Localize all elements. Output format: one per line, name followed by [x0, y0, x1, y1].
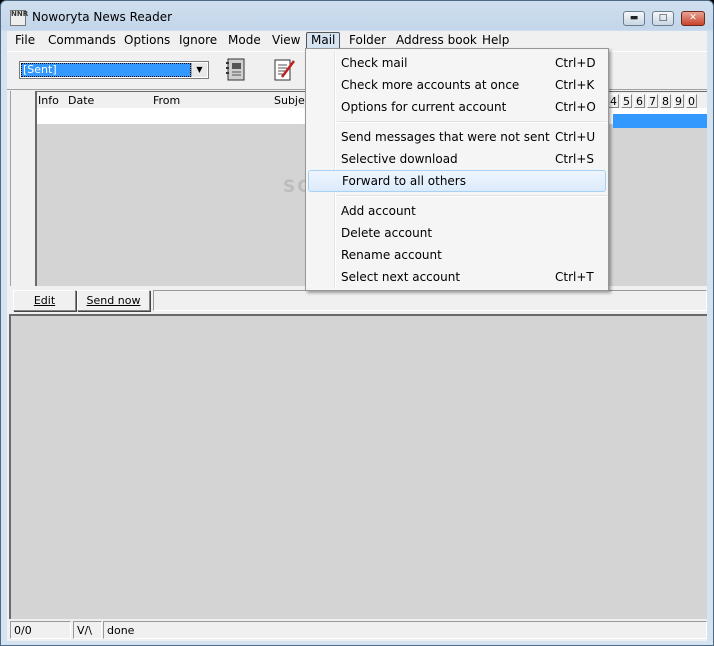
status-bar: 0/0 V/\ done — [7, 620, 707, 641]
action-bar: Edit Send now — [7, 288, 707, 312]
menu-separator — [337, 195, 607, 197]
folder-select-value: [Sent] — [21, 63, 191, 77]
status-count: 0/0 — [10, 621, 71, 639]
letter-tab[interactable]: 7 — [647, 94, 658, 108]
menu-item-label: Forward to all others — [342, 174, 466, 188]
mail-menu-dropdown: Check mail Ctrl+D Check more accounts at… — [305, 48, 609, 291]
menu-item-shortcut: Ctrl+S — [555, 152, 595, 166]
compose-icon[interactable] — [273, 58, 295, 82]
close-button[interactable]: ✕ — [681, 11, 705, 26]
menu-address-book[interactable]: Address book — [393, 32, 480, 49]
menu-item-label: Check mail — [341, 56, 408, 70]
left-panel — [10, 91, 36, 286]
edit-button[interactable]: Edit — [13, 290, 76, 311]
menu-options-current-account[interactable]: Options for current account Ctrl+O — [308, 96, 606, 118]
app-window: NNR Noworyta News Reader ▬ □ ✕ File Comm… — [0, 0, 714, 646]
menu-selective-download[interactable]: Selective download Ctrl+S — [308, 148, 606, 170]
menu-send-unsent[interactable]: Send messages that were not sent Ctrl+U — [308, 126, 606, 148]
send-now-button[interactable]: Send now — [77, 290, 150, 311]
send-now-button-label: Send now — [86, 294, 141, 307]
menu-item-label: Options for current account — [341, 100, 507, 114]
menu-item-label: Rename account — [341, 248, 442, 262]
menu-item-label: Add account — [341, 204, 416, 218]
letter-tab[interactable]: 5 — [621, 94, 632, 108]
menu-item-shortcut: Ctrl+K — [555, 78, 595, 92]
menu-item-shortcut: Ctrl+D — [555, 56, 596, 70]
col-date[interactable]: Date — [68, 94, 94, 107]
menu-forward-to-all-others[interactable]: Forward to all others — [308, 170, 606, 192]
title-bar[interactable]: NNR Noworyta News Reader ▬ □ ✕ — [1, 1, 713, 31]
menu-item-label: Send messages that were not sent — [341, 130, 550, 144]
menu-item-label: Select next account — [341, 270, 461, 284]
letter-tab[interactable]: 8 — [660, 94, 671, 108]
minimize-button[interactable]: ▬ — [623, 11, 645, 26]
menu-item-shortcut: Ctrl+T — [555, 270, 594, 284]
menu-item-label: Delete account — [341, 226, 433, 240]
menu-item-shortcut: Ctrl+O — [555, 100, 596, 114]
selected-row[interactable] — [613, 114, 707, 128]
menu-item-shortcut: Ctrl+U — [555, 130, 596, 144]
menu-check-mail[interactable]: Check mail Ctrl+D — [308, 52, 606, 74]
menu-add-account[interactable]: Add account — [308, 200, 606, 222]
message-preview-pane[interactable] — [9, 314, 707, 619]
letter-tab[interactable]: 9 — [673, 94, 684, 108]
chevron-down-icon[interactable]: ▼ — [191, 63, 207, 77]
app-icon[interactable]: NNR — [10, 10, 28, 26]
col-from[interactable]: From — [153, 94, 180, 107]
menu-view[interactable]: View — [269, 32, 303, 49]
menu-rename-account[interactable]: Rename account — [308, 244, 606, 266]
menu-folder[interactable]: Folder — [346, 32, 389, 49]
menu-help[interactable]: Help — [479, 32, 512, 49]
letter-tab[interactable]: 4 — [608, 94, 619, 108]
window-title: Noworyta News Reader — [32, 10, 173, 24]
menu-item-label: Check more accounts at once — [341, 78, 520, 92]
edit-button-label: Edit — [33, 294, 56, 307]
menu-select-next-account[interactable]: Select next account Ctrl+T — [308, 266, 606, 288]
status-text: done — [103, 621, 707, 639]
status-mode: V/\ — [73, 621, 102, 639]
menu-item-label: Selective download — [341, 152, 458, 166]
menu-separator — [337, 121, 607, 123]
menu-options[interactable]: Options — [121, 32, 173, 49]
menu-ignore[interactable]: Ignore — [176, 32, 220, 49]
address-book-icon[interactable] — [225, 58, 247, 82]
info-field — [153, 290, 707, 311]
menu-file[interactable]: File — [12, 32, 38, 49]
letter-tab[interactable]: 6 — [634, 94, 645, 108]
letter-tab[interactable]: 0 — [686, 94, 697, 108]
menu-delete-account[interactable]: Delete account — [308, 222, 606, 244]
menu-check-more-accounts[interactable]: Check more accounts at once Ctrl+K — [308, 74, 606, 96]
folder-select[interactable]: [Sent] ▼ — [19, 61, 209, 79]
col-info[interactable]: Info — [38, 94, 59, 107]
maximize-button[interactable]: □ — [652, 11, 674, 26]
menu-mode[interactable]: Mode — [225, 32, 264, 49]
menu-commands[interactable]: Commands — [45, 32, 119, 49]
